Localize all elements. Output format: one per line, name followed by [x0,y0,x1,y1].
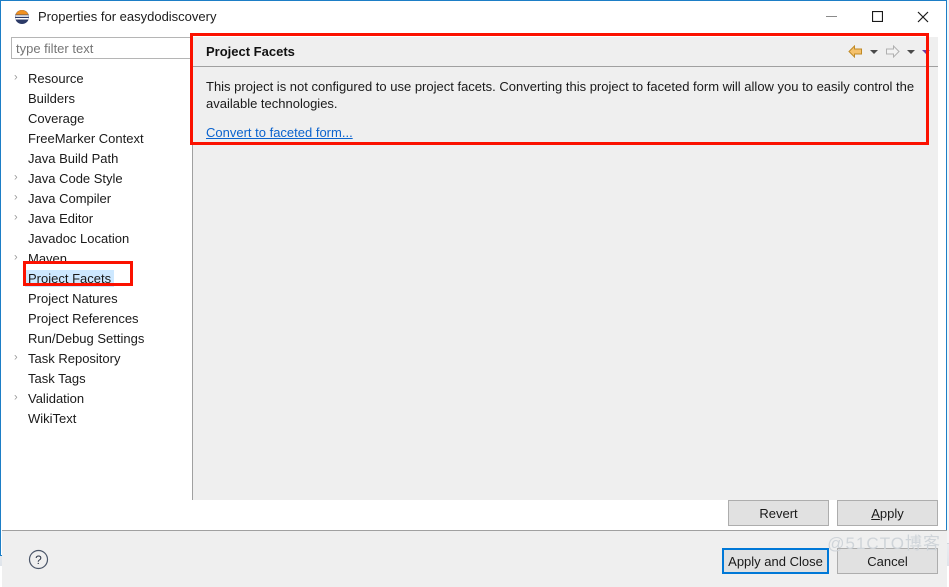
tree-item-freemarker-context[interactable]: FreeMarker Context [11,128,193,148]
apply-button[interactable]: Apply [837,500,938,526]
tree-item-label: Java Editor [28,210,94,226]
tree-item-label: WikiText [28,410,77,426]
tree-item-label: FreeMarker Context [28,130,144,146]
tree-item-task-tags[interactable]: Task Tags [11,368,193,388]
chevron-right-icon[interactable]: › [14,352,23,363]
tree-item-project-natures[interactable]: Project Natures [11,288,193,308]
window-title: Properties for easydodiscovery [38,9,217,24]
help-question-icon[interactable]: ? [28,549,49,570]
content-main: This project is not configured to use pr… [193,67,938,140]
tree-item-project-facets[interactable]: Project Facets [11,268,193,288]
page-title: Project Facets [206,44,295,59]
chevron-right-icon[interactable]: › [14,252,23,263]
revert-button[interactable]: Revert [728,500,829,526]
apply-mnemonic: A [871,505,880,521]
chevron-right-icon[interactable]: › [14,72,23,83]
svg-text:?: ? [35,553,42,567]
tree-item-label: Maven [28,250,68,266]
tree-item-label: Javadoc Location [28,230,130,246]
tree-item-label: Project Facets [25,269,115,287]
chevron-right-icon[interactable]: › [14,392,23,403]
tree-item-label: Project References [28,310,139,326]
maximize-button[interactable] [854,1,900,32]
tree-item-maven[interactable]: › Maven [11,248,193,268]
forward-arrow-icon[interactable] [882,42,902,62]
tree-item-run-debug-settings[interactable]: Run/Debug Settings [11,328,193,348]
tree-item-wikitext[interactable]: WikiText [11,408,193,428]
menu-chevron-down-icon[interactable] [919,42,932,62]
tree-item-javadoc-location[interactable]: Javadoc Location [11,228,193,248]
tree-item-java-code-style[interactable]: › Java Code Style [11,168,193,188]
tree-item-resource[interactable]: › Resource [11,68,193,88]
dialog-bottom-bar: ? Apply and Close Cancel [2,531,947,587]
tree-item-label: Java Build Path [28,150,119,166]
tree-item-label: Task Tags [28,370,86,386]
tree-item-java-compiler[interactable]: › Java Compiler [11,188,193,208]
tree-item-task-repository[interactable]: › Task Repository [11,348,193,368]
tree-item-label: Coverage [28,110,85,126]
convert-to-faceted-form-link[interactable]: Convert to faceted form... [206,125,353,140]
watermark: @51CTO博客 [827,534,941,553]
window-controls [808,1,946,32]
filter-input[interactable] [11,37,193,59]
tree-item-label: Validation [28,390,85,406]
tree-item-label: Resource [28,70,84,86]
dialog-body: › Resource Builders Coverage FreeMarker Cont… [2,32,947,587]
tree-item-project-references[interactable]: Project References [11,308,193,328]
forward-chevron-down-icon[interactable] [904,42,917,62]
tree-item-label: Run/Debug Settings [28,330,145,346]
tree-item-java-build-path[interactable]: Java Build Path [11,148,193,168]
back-chevron-down-icon[interactable] [867,42,880,62]
tree-item-validation[interactable]: › Validation [11,388,193,408]
tree-item-label: Java Compiler [28,190,112,206]
chevron-right-icon[interactable]: › [14,192,23,203]
properties-dialog: Properties for easydodiscovery › Resource… [0,0,947,587]
chevron-right-icon[interactable]: › [14,172,23,183]
close-button[interactable] [900,1,946,32]
content-pane: Project Facets This project is not confi… [193,37,938,500]
settings-tree-pane: › Resource Builders Coverage FreeMarker Cont… [11,37,193,500]
tree-item-label: Builders [28,90,75,106]
tree-item-label: Task Repository [28,350,121,366]
navigation-tools [845,37,932,66]
tree-item-label: Java Code Style [28,170,123,186]
facets-description: This project is not configured to use pr… [206,79,915,111]
tree-item-java-editor[interactable]: › Java Editor [11,208,193,228]
tree-item-coverage[interactable]: Coverage [11,108,193,128]
title-bar: Properties for easydodiscovery [1,1,946,32]
apply-label-rest: pply [879,505,904,521]
apply-and-close-button[interactable]: Apply and Close [722,548,829,574]
tree-item-builders[interactable]: Builders [11,88,193,108]
tree-item-label: Project Natures [28,290,118,306]
back-arrow-icon[interactable] [845,42,865,62]
apply-revert-button-row: Revert Apply [728,500,938,526]
content-header: Project Facets [193,37,938,67]
settings-tree: › Resource Builders Coverage FreeMarker Cont… [11,68,193,428]
chevron-right-icon[interactable]: › [14,212,23,223]
eclipse-icon [14,9,30,25]
minimize-button[interactable] [808,1,854,32]
